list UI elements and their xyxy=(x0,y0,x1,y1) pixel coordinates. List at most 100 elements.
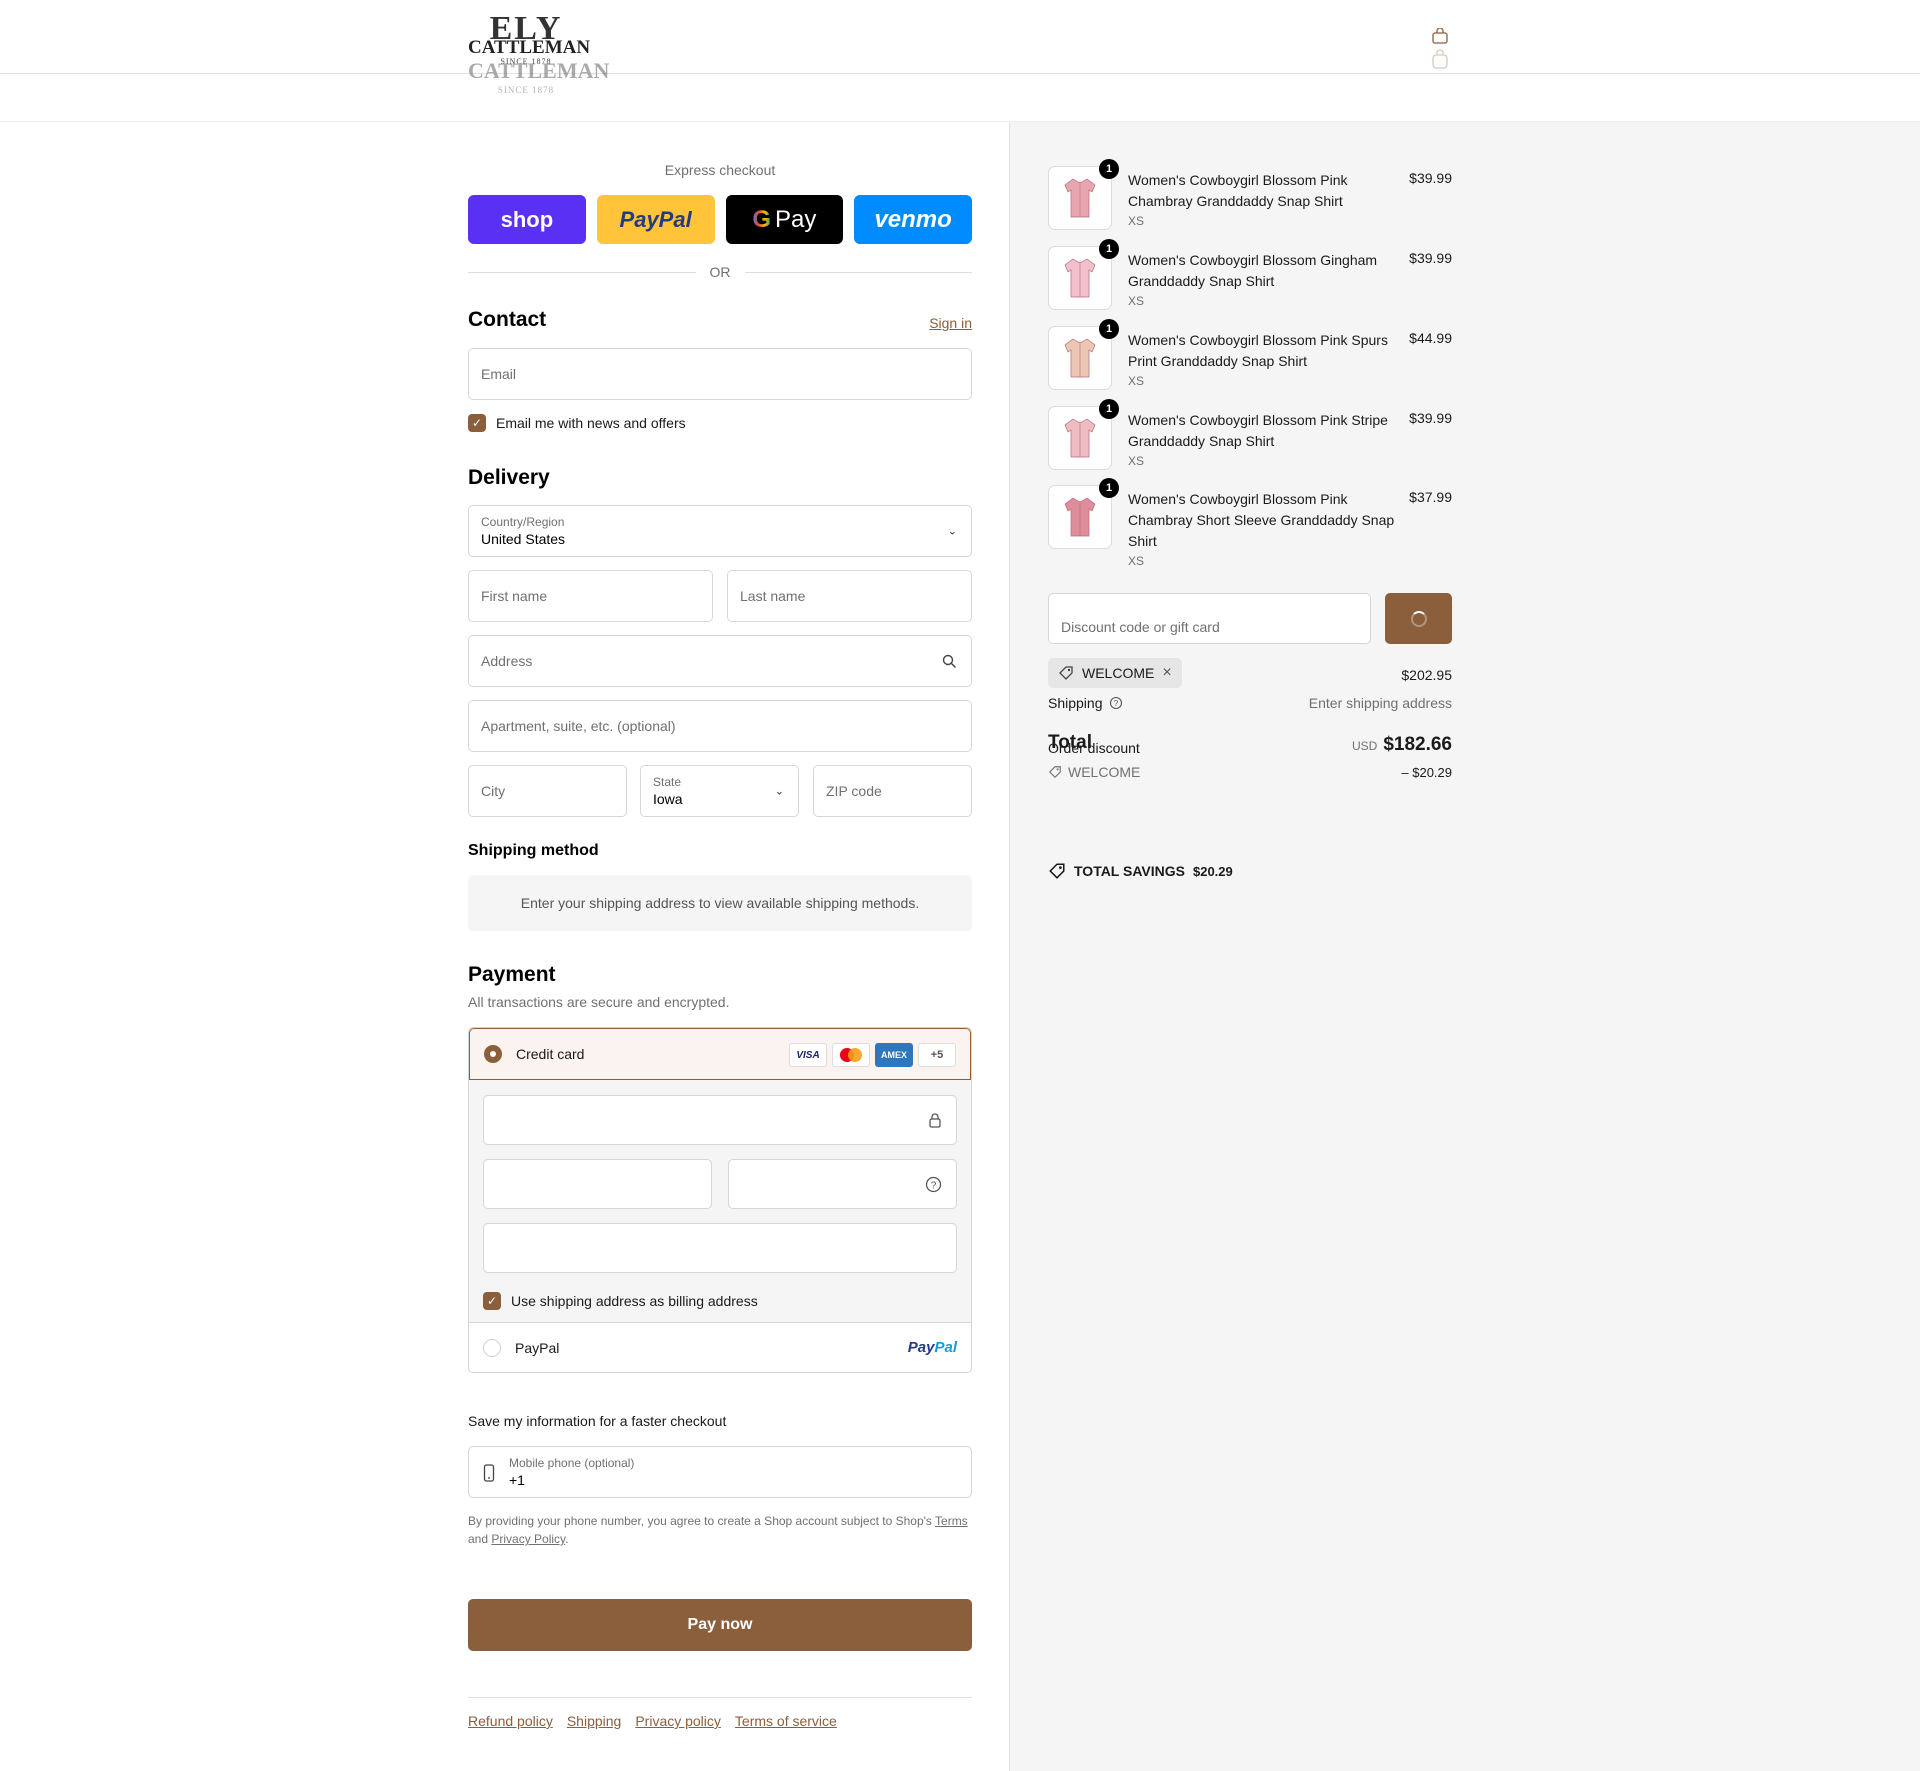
billing-checkbox-row[interactable]: ✓ Use shipping address as billing addres… xyxy=(483,1292,758,1310)
brand-logo-ghost: CATTLEMAN SINCE 1878 xyxy=(468,58,610,95)
last-name-field[interactable]: Last name xyxy=(727,570,972,622)
apartment-field[interactable]: Apartment, suite, etc. (optional) xyxy=(468,700,972,752)
help-circle-icon[interactable]: ? xyxy=(1109,696,1123,710)
mobile-phone-field[interactable]: Mobile phone (optional) +1 xyxy=(468,1446,972,1498)
payment-heading: Payment xyxy=(468,963,556,986)
product-info: Women's Cowboygirl Blossom Pink Chambray… xyxy=(1128,170,1398,230)
state-select[interactable]: State Iowa ⌄ xyxy=(640,765,799,817)
shirt-image xyxy=(1064,338,1096,378)
card-number-field[interactable] xyxy=(483,1095,957,1145)
product-info: Women's Cowboygirl Blossom Pink Chambray… xyxy=(1128,489,1398,570)
footer-divider xyxy=(468,1697,972,1698)
city-field[interactable]: City xyxy=(468,765,627,817)
phone-legal-text: By providing your phone number, you agre… xyxy=(468,1512,972,1548)
shop-pay-button[interactable]: shop xyxy=(468,195,586,244)
credit-card-radio[interactable] xyxy=(484,1045,502,1063)
shipping-row: Shipping ? Enter shipping address xyxy=(1048,695,1452,711)
product-info: Women's Cowboygirl Blossom Pink Stripe G… xyxy=(1128,410,1398,470)
discount-amount: – $20.29 xyxy=(1401,764,1452,780)
card-brand-icons: VISA AMEX +5 xyxy=(789,1043,956,1067)
logo-ghost-name: CATTLEMAN xyxy=(468,58,610,83)
google-pay-button[interactable]: G Pay xyxy=(725,195,844,244)
paypal-radio[interactable] xyxy=(483,1338,501,1357)
pay-now-button[interactable]: Pay now xyxy=(468,1599,972,1651)
terms-of-service-link[interactable]: Terms of service xyxy=(735,1713,837,1729)
more-cards-badge: +5 xyxy=(918,1043,956,1067)
express-checkout-buttons: shop PayPal G Pay venmo xyxy=(468,195,972,244)
savings-label: TOTAL SAVINGS xyxy=(1074,863,1185,879)
contact-heading: Contact xyxy=(468,308,547,331)
shirt-image xyxy=(1064,497,1096,537)
last-name-placeholder: Last name xyxy=(740,588,806,604)
divider-line xyxy=(744,271,972,273)
phone-value: +1 xyxy=(509,1472,525,1488)
product-price: $39.99 xyxy=(1409,250,1452,266)
email-field[interactable]: Email xyxy=(468,348,972,400)
save-info-heading: Save my information for a faster checkou… xyxy=(468,1413,727,1429)
shipping-policy-link[interactable]: Shipping xyxy=(567,1713,622,1729)
shop-privacy-link[interactable]: Privacy Policy xyxy=(491,1532,565,1546)
visa-icon: VISA xyxy=(789,1043,827,1067)
help-circle-icon[interactable]: ? xyxy=(925,1176,942,1193)
newsletter-checkbox[interactable]: ✓ xyxy=(468,414,486,432)
name-on-card-field[interactable] xyxy=(483,1223,957,1273)
paypal-option[interactable]: PayPal PayPal xyxy=(469,1322,971,1372)
product-price: $39.99 xyxy=(1409,410,1452,426)
subtotal-value: $202.95 xyxy=(1401,667,1452,683)
product-thumbnail: 1 xyxy=(1048,478,1119,549)
product-size: XS xyxy=(1128,454,1145,468)
product-name: Women's Cowboygirl Blossom Pink Spurs Pr… xyxy=(1128,332,1388,369)
chevron-down-icon: ⌄ xyxy=(774,785,784,798)
apply-discount-button[interactable] xyxy=(1385,593,1452,644)
shop-terms-link[interactable]: Terms xyxy=(935,1514,968,1528)
paypal-button[interactable]: PayPal xyxy=(596,195,715,244)
discount-code-field[interactable]: Discount code or gift card xyxy=(1048,593,1371,644)
remove-discount-icon[interactable]: × xyxy=(1162,664,1171,682)
venmo-button[interactable]: venmo xyxy=(854,195,972,244)
shirt-image xyxy=(1064,258,1096,298)
credit-card-form: ? ✓ Use shipping address as billing addr… xyxy=(469,1080,971,1322)
paypal-logo-pay: Pay xyxy=(907,1339,935,1356)
city-placeholder: City xyxy=(481,783,506,799)
product-size: XS xyxy=(1128,294,1145,308)
payment-methods: Credit card VISA AMEX +5 ? ✓ Use shippin… xyxy=(468,1027,972,1373)
first-name-placeholder: First name xyxy=(481,588,548,604)
credit-card-label: Credit card xyxy=(516,1046,585,1062)
newsletter-checkbox-row[interactable]: ✓ Email me with news and offers xyxy=(468,414,686,432)
search-icon xyxy=(942,654,956,668)
applied-discount-chip: WELCOME × xyxy=(1048,658,1182,688)
site-header: ELY CATTLEMAN SINCE 1878 xyxy=(0,0,1920,74)
paypal-label: PayPal xyxy=(515,1339,560,1356)
product-size: XS xyxy=(1128,374,1145,388)
or-label: OR xyxy=(709,264,731,280)
product-name: Women's Cowboygirl Blossom Pink Chambray… xyxy=(1128,491,1395,549)
legal-end: . xyxy=(565,1532,569,1546)
mastercard-icon xyxy=(832,1043,870,1067)
amex-icon: AMEX xyxy=(875,1043,913,1067)
tag-icon xyxy=(1059,666,1073,680)
discount-placeholder: Discount code or gift card xyxy=(1061,619,1220,635)
billing-checkbox[interactable]: ✓ xyxy=(483,1292,501,1310)
payment-subtitle: All transactions are secure and encrypte… xyxy=(468,994,730,1010)
sign-in-link[interactable]: Sign in xyxy=(929,315,972,331)
state-label: State xyxy=(653,775,682,789)
divider-line xyxy=(468,271,696,273)
shopping-bag-icon[interactable] xyxy=(1430,28,1450,74)
zip-field[interactable]: ZIP code xyxy=(813,765,972,817)
currency-code: USD xyxy=(1351,739,1378,753)
country-select[interactable]: Country/Region United States ⌄ xyxy=(468,505,972,557)
product-name: Women's Cowboygirl Blossom Pink Stripe G… xyxy=(1128,412,1388,449)
expiry-field[interactable] xyxy=(483,1159,712,1209)
product-name: Women's Cowboygirl Blossom Pink Chambray… xyxy=(1128,172,1348,209)
first-name-field[interactable]: First name xyxy=(468,570,713,622)
paypal-logo: PayPal xyxy=(908,1339,957,1356)
refund-policy-link[interactable]: Refund policy xyxy=(468,1713,553,1729)
credit-card-option[interactable]: Credit card VISA AMEX +5 xyxy=(469,1028,971,1080)
product-info: Women's Cowboygirl Blossom Pink Spurs Pr… xyxy=(1128,330,1398,390)
legal-text-a: By providing your phone number, you agre… xyxy=(468,1514,932,1528)
address-field[interactable]: Address xyxy=(468,635,972,687)
product-name: Women's Cowboygirl Blossom Gingham Grand… xyxy=(1128,252,1378,289)
logo-ghost-since: SINCE 1878 xyxy=(497,85,555,95)
security-code-field[interactable]: ? xyxy=(728,1159,957,1209)
privacy-policy-link[interactable]: Privacy policy xyxy=(635,1713,721,1729)
